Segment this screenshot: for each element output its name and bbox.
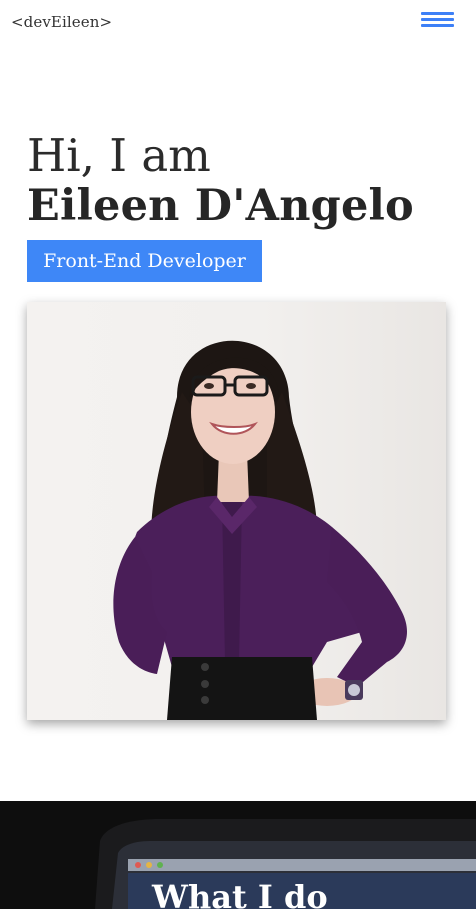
- site-logo[interactable]: <devEileen>: [11, 13, 112, 31]
- what-i-do-section: What I do: [0, 801, 476, 909]
- role-badge: Front-End Developer: [27, 240, 262, 282]
- hamburger-icon-bar: [421, 24, 454, 27]
- hamburger-icon-bar: [421, 12, 454, 15]
- section-title: What I do: [152, 878, 328, 909]
- portrait-illustration: [113, 340, 407, 720]
- hamburger-icon-bar: [421, 18, 454, 21]
- portrait-photo: [27, 302, 446, 720]
- hero-name: Eileen D'Angelo: [27, 181, 414, 231]
- hamburger-menu-button[interactable]: [421, 12, 455, 28]
- hero-greeting: Hi, I am: [27, 129, 211, 182]
- top-nav: <devEileen>: [0, 0, 476, 44]
